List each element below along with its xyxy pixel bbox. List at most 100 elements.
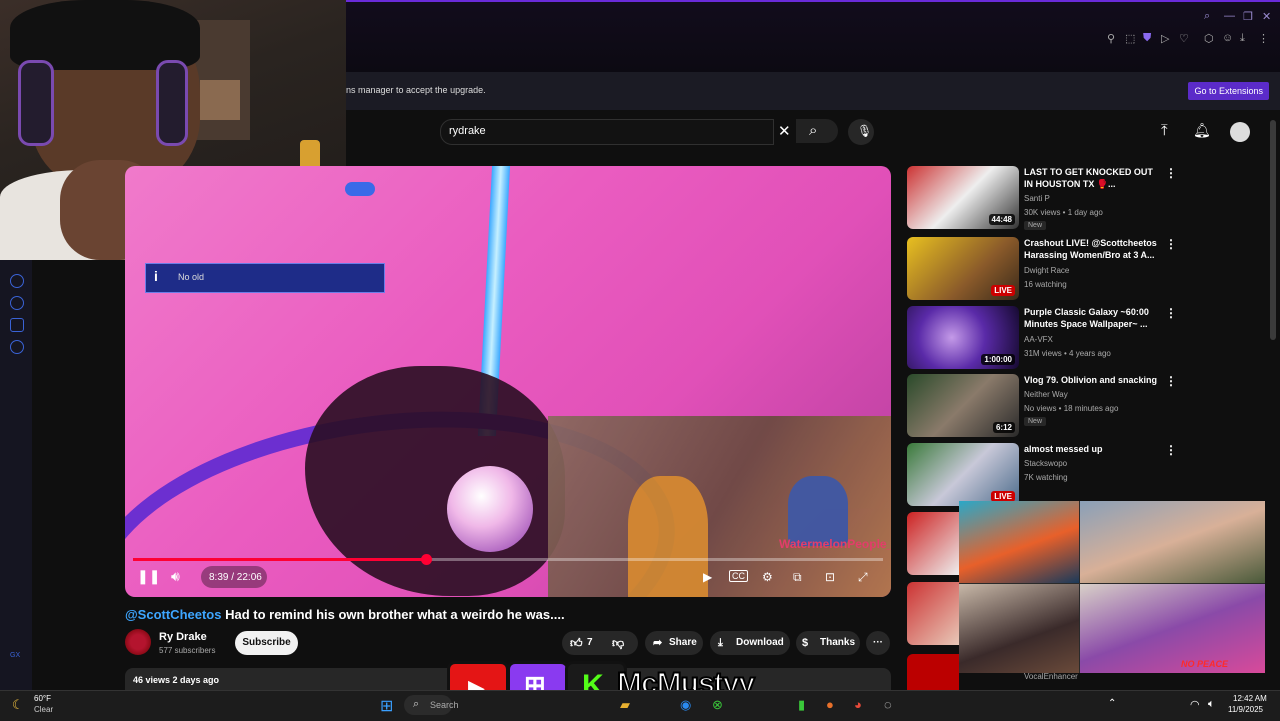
app-icon[interactable]: ▮ (798, 697, 805, 713)
more-actions-button[interactable]: ··· (866, 631, 890, 655)
rec-more-icon[interactable]: ⋮ (1165, 237, 1177, 251)
rec-more-icon[interactable]: ⋮ (1165, 166, 1177, 180)
channel-name[interactable]: Ry Drake (159, 631, 207, 643)
video-title-text: Had to remind his own brother what a wei… (221, 607, 565, 622)
heart-icon[interactable]: ♡ (1179, 32, 1189, 45)
xbox-icon[interactable]: ⊗ (712, 697, 723, 713)
download-button[interactable]: ⤓ Download (710, 631, 790, 655)
obs-icon[interactable]: ● (826, 697, 834, 712)
rec-title[interactable]: almost messed up (1024, 443, 1164, 455)
rec-more-icon[interactable]: ⋮ (1165, 306, 1177, 320)
rec-channel[interactable]: AA-VFX (1024, 335, 1053, 344)
cast-icon[interactable]: ⊡ (825, 570, 835, 584)
like-count: 7 (587, 637, 593, 648)
volume-icon[interactable]: 🔈︎ (1208, 698, 1215, 711)
clock-time[interactable]: 12:42 AM (1233, 694, 1267, 703)
rec-thumbnail-partial[interactable] (907, 512, 959, 575)
notifications-bell-icon[interactable]: 🔔︎ (1193, 122, 1211, 139)
rec-thumbnail[interactable]: 1:00:00 (907, 306, 1019, 369)
search-icon[interactable]: ⌕ (1204, 10, 1210, 23)
sidebar-chat-icon[interactable] (10, 318, 24, 332)
rec-thumbnail[interactable]: 6:12 (907, 374, 1019, 437)
download-icon[interactable]: ⤓ (1240, 32, 1245, 45)
clock-date[interactable]: 11/9/2025 (1228, 705, 1263, 714)
page-scrollbar[interactable] (1270, 120, 1276, 340)
opera-gx-icon[interactable]: ◌ (884, 697, 892, 712)
fullscreen-icon[interactable]: ⤢ (858, 570, 868, 585)
extensions-icon[interactable]: ⬡ (1204, 32, 1214, 45)
progress-bar[interactable] (133, 554, 883, 565)
collage-cell (959, 501, 1079, 583)
rec-title[interactable]: Crashout LIVE! @Scottcheetos Harassing W… (1024, 237, 1164, 261)
rec-duration: 44:48 (988, 214, 1015, 225)
tray-chevron-icon[interactable]: ⌃ (1108, 698, 1116, 709)
thanks-button[interactable]: $ Thanks (796, 631, 860, 655)
profile-icon[interactable]: ☺ (1222, 32, 1233, 44)
rec-title[interactable]: Vlog 79. Oblivion and snacking (1024, 374, 1164, 386)
restore-icon[interactable]: ❐ (1243, 10, 1253, 23)
sidebar-settings-icon[interactable] (10, 340, 24, 354)
avatar[interactable] (1230, 122, 1250, 142)
dislike-icon[interactable]: 👎︎ (612, 631, 624, 655)
rec-channel[interactable]: Dwight Race (1024, 266, 1069, 275)
rec-channel[interactable]: Santi P (1024, 194, 1050, 203)
menu-icon[interactable]: ⋮ (1258, 32, 1269, 45)
sidebar-history-icon[interactable] (10, 296, 24, 310)
go-to-extensions-button[interactable]: Go to Extensions (1188, 82, 1269, 100)
miniplayer-icon[interactable]: ⧉ (793, 570, 802, 585)
time-text: 8:39 / 22:06 (209, 572, 262, 583)
rec-thumbnail[interactable]: LIVE (907, 443, 1019, 506)
rec-title[interactable]: Purple Classic Galaxy ~60:00 Minutes Spa… (1024, 306, 1164, 330)
chrome-icon[interactable]: ◕ (854, 697, 862, 712)
rec-thumbnail-partial[interactable] (907, 582, 959, 645)
search-button[interactable]: ⌕ (796, 119, 838, 143)
captions-icon[interactable]: CC (729, 570, 748, 582)
rec-title[interactable]: LAST TO GET KNOCKED OUT IN HOUSTON TX 🥊.… (1024, 166, 1164, 190)
subscribe-button[interactable]: Subscribe (235, 631, 298, 655)
list-item[interactable]: 44:48 LAST TO GET KNOCKED OUT IN HOUSTON… (907, 166, 1267, 230)
list-item[interactable]: LIVE almost messed up Stackswopo 7K watc… (907, 443, 1267, 507)
sidebar-player-icon[interactable] (10, 274, 24, 288)
list-item[interactable]: 6:12 Vlog 79. Oblivion and snacking Neit… (907, 374, 1267, 438)
pause-button[interactable]: ❚❚ (137, 568, 160, 588)
rec-thumbnail[interactable]: 44:48 (907, 166, 1019, 229)
wifi-icon[interactable]: ◠ (1190, 698, 1200, 711)
pin-icon[interactable]: ⚲ (1107, 32, 1115, 45)
search-input[interactable] (440, 119, 774, 145)
rec-more-icon[interactable]: ⋮ (1165, 443, 1177, 457)
snapshot-icon[interactable]: ⬚ (1125, 32, 1135, 45)
rec-channel[interactable]: Neither Way (1024, 390, 1068, 399)
play-icon[interactable]: ▷ (1161, 32, 1169, 45)
rec-more-icon[interactable]: ⋮ (1165, 374, 1177, 388)
rec-thumbnail-partial[interactable] (907, 654, 959, 690)
windows-start-icon[interactable]: ⊞ (380, 696, 393, 716)
video-watermark: WatermelonPeople_TV (779, 537, 891, 551)
share-button[interactable]: ➦ Share (645, 631, 703, 655)
thanks-icon: $ (802, 637, 809, 649)
video-player[interactable]: i No old WatermelonPeople_TV ❚❚ 🔊︎ 8:39 … (125, 166, 891, 597)
video-title-tag[interactable]: @ScottCheetos (125, 607, 221, 622)
browser-sidebar: GX (0, 260, 32, 690)
shield-icon[interactable]: ⛊ (1143, 32, 1151, 45)
file-explorer-icon[interactable]: ▰ (620, 697, 630, 713)
headset-right (156, 60, 188, 146)
rec-badge: New (1024, 417, 1047, 426)
settings-gear-icon[interactable]: ⚙ (762, 570, 773, 584)
autoplay-toggle-icon[interactable]: ▶ (703, 570, 712, 584)
moon-weather-icon[interactable]: ☾ (12, 697, 24, 713)
list-item[interactable]: LIVE Crashout LIVE! @Scottcheetos Harass… (907, 237, 1267, 301)
list-item[interactable]: 1:00:00 Purple Classic Galaxy ~60:00 Min… (907, 306, 1267, 370)
channel-avatar[interactable] (125, 629, 151, 655)
voice-search-button[interactable]: 🎙︎ (848, 119, 874, 145)
rec-channel[interactable]: Stackswopo (1024, 459, 1067, 468)
close-icon[interactable]: ✕ (1262, 10, 1271, 23)
volume-icon[interactable]: 🔊︎ (171, 568, 180, 585)
search-input-value: rydrake (449, 125, 486, 137)
like-icon[interactable]: 👍︎ (570, 631, 583, 655)
upload-icon[interactable]: ⤒ (1161, 122, 1168, 139)
clear-search-icon[interactable]: ✕ (778, 122, 791, 140)
edge-icon[interactable]: ◉ (680, 697, 691, 713)
progress-scrubber[interactable] (420, 554, 432, 565)
rec-thumbnail[interactable]: LIVE (907, 237, 1019, 300)
minimize-icon[interactable]: — (1224, 10, 1235, 22)
